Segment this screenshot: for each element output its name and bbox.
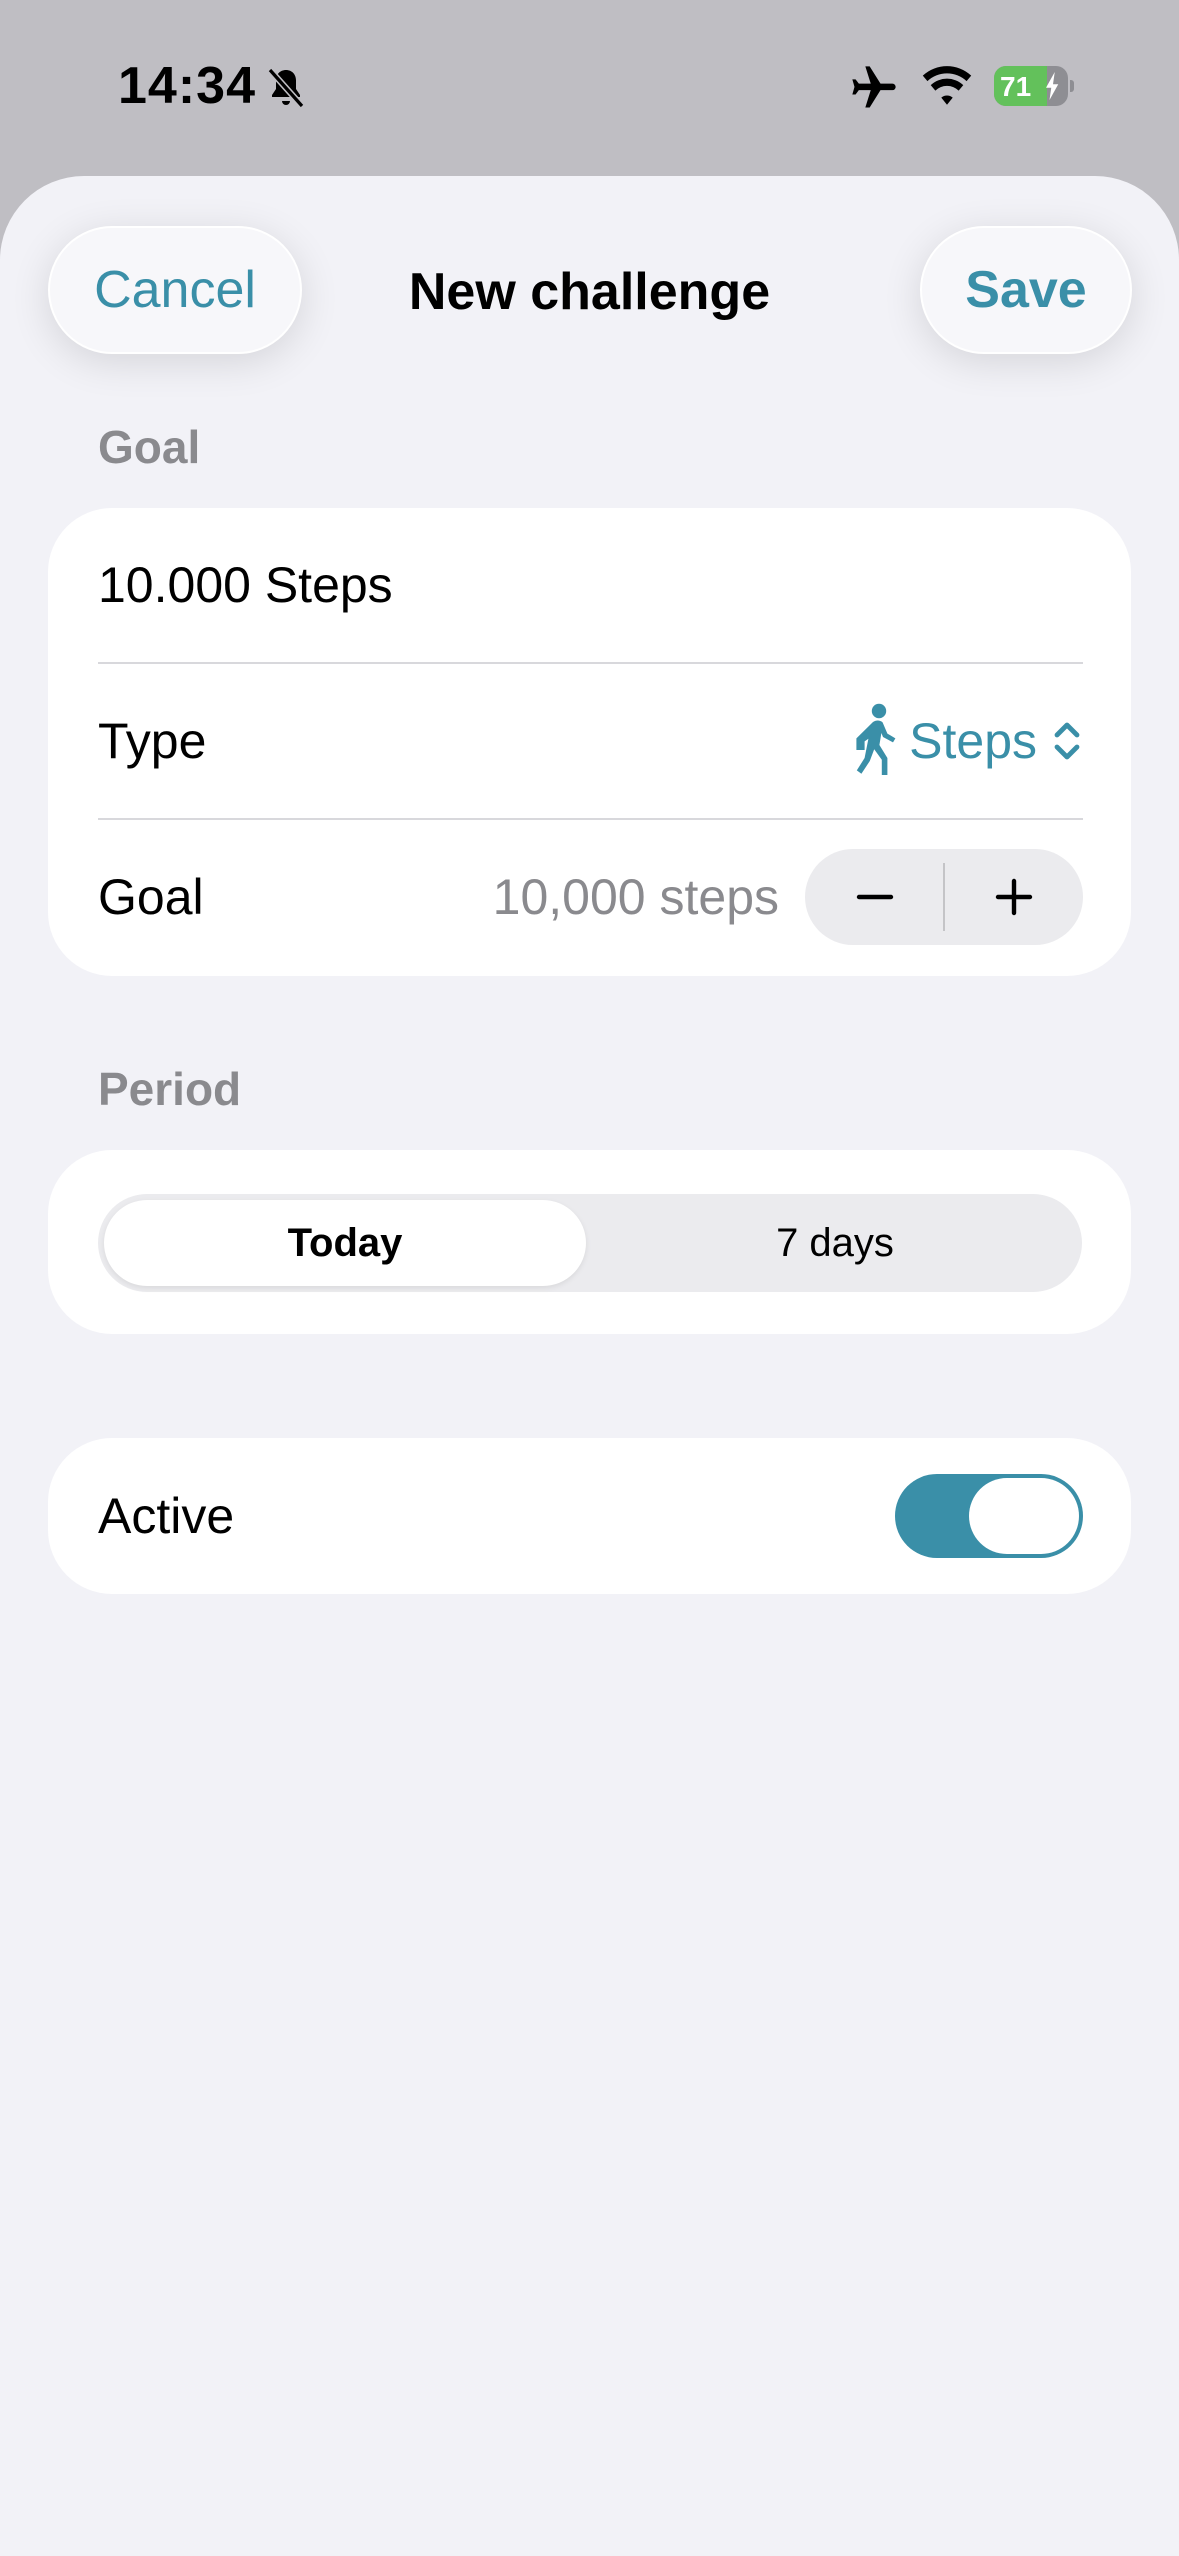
charging-bolt-icon <box>1046 72 1059 100</box>
goal-stepper <box>805 849 1083 945</box>
battery-icon: 71 <box>994 66 1074 106</box>
period-card: Today 7 days <box>48 1150 1131 1334</box>
challenge-name-field[interactable]: 10.000 Steps <box>98 508 1083 662</box>
wifi-icon <box>922 66 972 105</box>
type-picker[interactable]: Steps <box>853 703 1083 779</box>
bell-slash-icon <box>267 67 305 109</box>
active-row: Active <box>98 1439 1083 1593</box>
active-label: Active <box>98 1488 235 1544</box>
period-option-today[interactable]: Today <box>104 1200 586 1286</box>
minus-icon <box>856 894 893 900</box>
save-button[interactable]: Save <box>920 226 1132 354</box>
type-label: Type <box>98 713 207 769</box>
goal-section-header: Goal <box>98 421 201 473</box>
battery-level: 71 <box>1000 71 1032 102</box>
goal-row: Goal 10,000 steps <box>98 820 1083 974</box>
decrement-button[interactable] <box>805 849 944 945</box>
plus-icon <box>995 878 1032 916</box>
status-bar: 14:34 71 <box>0 0 1179 176</box>
active-toggle[interactable] <box>895 1474 1083 1558</box>
period-segmented-control: Today 7 days <box>98 1194 1082 1292</box>
challenge-name-value: 10.000 Steps <box>98 557 393 613</box>
airplane-icon <box>852 66 896 108</box>
increment-button[interactable] <box>944 849 1083 945</box>
status-time: 14:34 <box>118 57 256 115</box>
toggle-knob <box>969 1478 1079 1554</box>
type-row: Type Steps <box>98 664 1083 818</box>
goal-value: 10,000 steps <box>492 869 779 925</box>
chevron-up-down-icon <box>1054 722 1080 760</box>
figure-walk-icon <box>856 703 896 775</box>
active-card: Active <box>48 1438 1131 1594</box>
goal-card: 10.000 Steps Type Steps Goal 10,000 step… <box>48 508 1131 976</box>
period-section-header: Period <box>98 1063 242 1115</box>
goal-label: Goal <box>98 869 204 925</box>
period-option-7-days[interactable]: 7 days <box>594 1200 1076 1286</box>
type-value: Steps <box>909 713 1037 769</box>
